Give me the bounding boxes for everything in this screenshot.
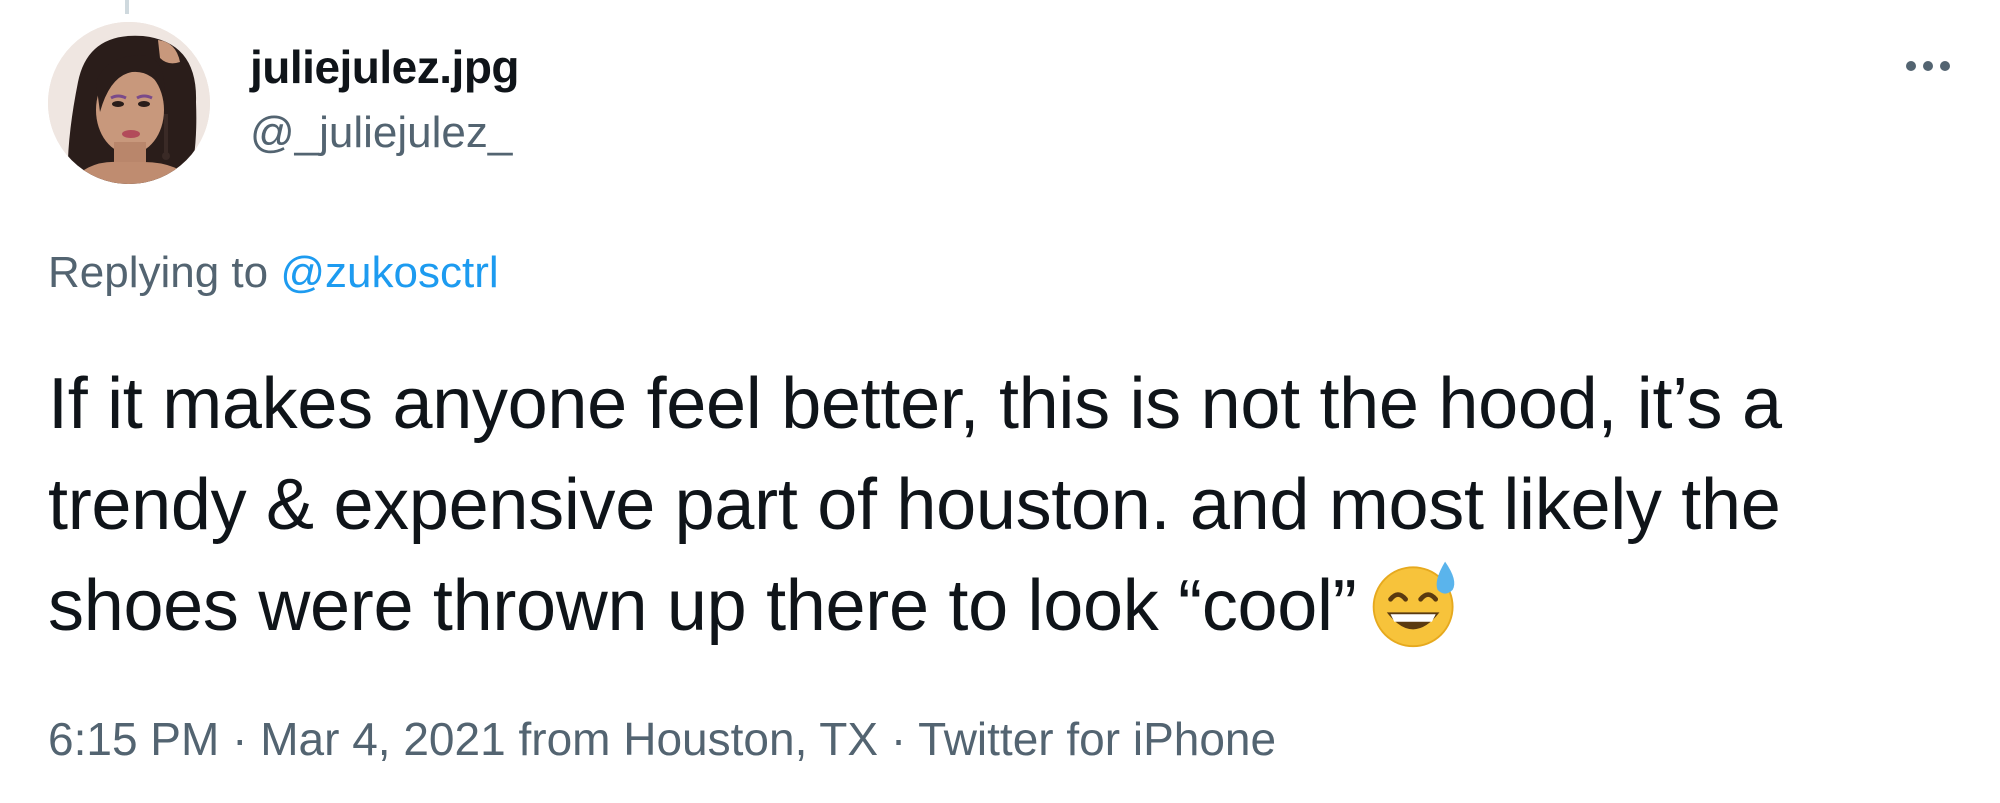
avatar-image [48, 22, 210, 184]
display-name[interactable]: juliejulez.jpg [250, 40, 520, 94]
reply-mention-link[interactable]: @zukosctrl [280, 248, 498, 297]
meta-separator: · [219, 713, 261, 765]
replying-to: Replying to @zukosctrl [48, 248, 499, 298]
tweet-metadata: 6:15 PM · Mar 4, 2021 from Houston, TX ·… [48, 712, 1276, 766]
tweet-text-line-content: shoes were thrown up there to look “cool… [48, 566, 1357, 646]
tweet-location[interactable]: from Houston, TX [506, 713, 878, 765]
thread-connector-line [125, 0, 129, 14]
tweet-text-line: shoes were thrown up there to look “cool… [48, 556, 1948, 657]
tweet-text: If it makes anyone feel better, this is … [48, 354, 1948, 657]
replying-to-label: Replying to [48, 248, 269, 297]
tweet-source[interactable]: Twitter for iPhone [918, 713, 1276, 765]
tweet-time[interactable]: 6:15 PM [48, 713, 219, 765]
meta-separator: · [878, 713, 919, 765]
tweet-text-line: trendy & expensive part of houston. and … [48, 465, 1781, 545]
more-horizontal-icon [1906, 61, 1950, 71]
tweet-date[interactable]: Mar 4, 2021 [260, 713, 505, 765]
user-handle[interactable]: @_juliejulez_ [250, 108, 512, 158]
avatar[interactable] [48, 22, 210, 184]
grinning-face-with-sweat-icon [1373, 561, 1455, 648]
more-options-button[interactable] [1896, 46, 1960, 86]
tweet-text-line: If it makes anyone feel better, this is … [48, 364, 1782, 444]
